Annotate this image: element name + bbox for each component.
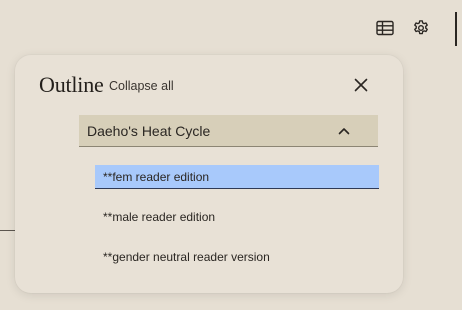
table-icon[interactable] [374,17,396,39]
gear-icon[interactable] [410,17,432,39]
background-divider [0,230,16,231]
outline-title: Outline [39,72,104,97]
collapse-all-button[interactable]: Collapse all [109,78,174,94]
chevron-up-icon[interactable] [336,123,352,139]
close-icon[interactable] [352,76,370,94]
outline-panel: Outline Collapse all Daeho's Heat Cycle … [15,55,403,293]
outline-item-gender-neutral-reader-version[interactable]: **gender neutral reader version [95,245,379,269]
chapter-title: Daeho's Heat Cycle [87,123,211,139]
outline-item-male-reader-edition[interactable]: **male reader edition [95,205,379,229]
scrollbar-edge [455,12,457,46]
chapter-header[interactable]: Daeho's Heat Cycle [79,115,378,147]
outline-item-fem-reader-edition[interactable]: **fem reader edition [95,165,379,189]
